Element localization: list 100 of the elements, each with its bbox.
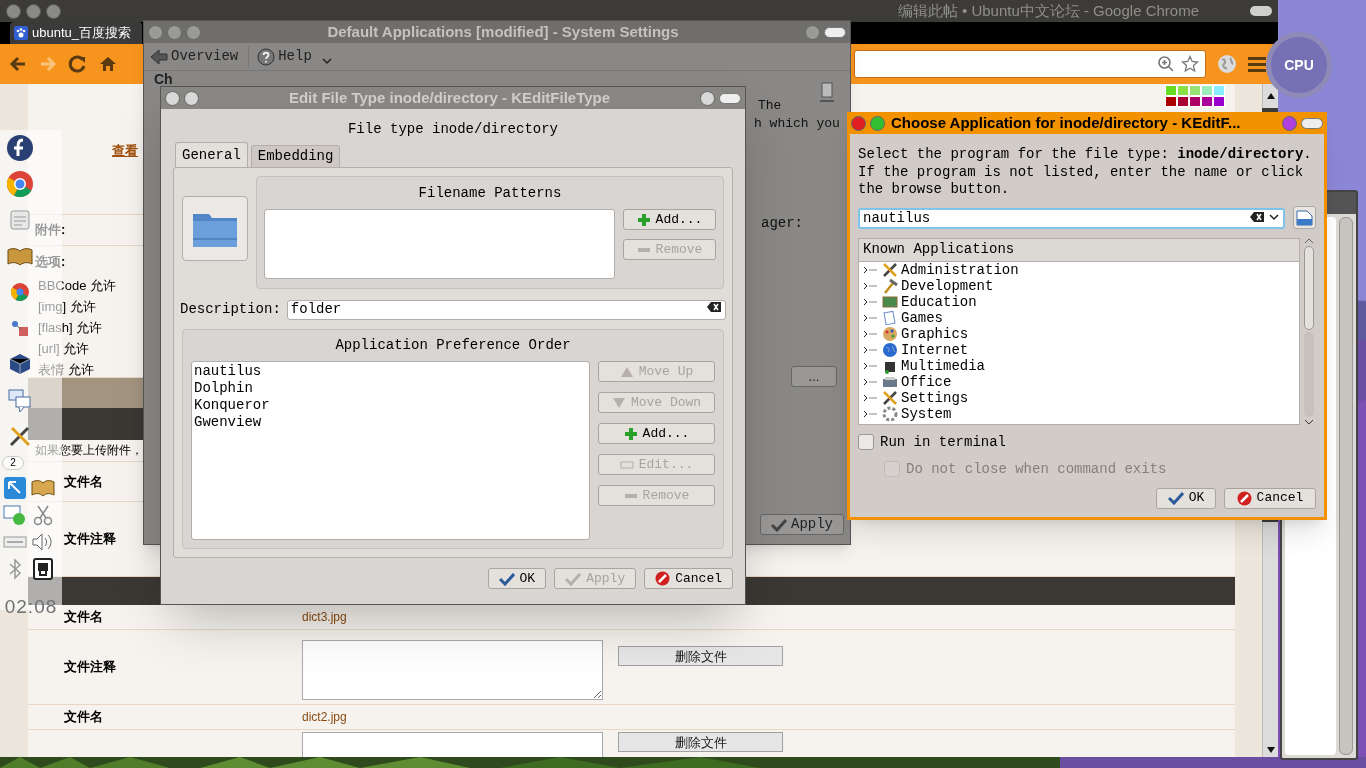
window-button[interactable] (824, 26, 846, 38)
scissors-icon[interactable] (31, 503, 55, 527)
dialog-button[interactable]: OK (1156, 487, 1216, 509)
star-icon[interactable] (1181, 55, 1199, 73)
tree-item[interactable]: Development (901, 277, 994, 294)
pattern-list[interactable] (264, 209, 615, 279)
group-title: Application Preference Order (334, 336, 572, 355)
help-button[interactable]: Help (248, 46, 312, 67)
file-name[interactable]: dict3.jpg (293, 608, 347, 626)
field-label: 文件名 (64, 608, 103, 627)
list-item[interactable]: Dolphin (194, 380, 589, 397)
cursor-icon[interactable] (3, 476, 27, 500)
more-button[interactable]: ... (791, 366, 837, 387)
prompt-text: Select the program for the file type: inode/directory. If the program is not listed, enter the name or click the browse button. (858, 146, 1313, 199)
overview-button[interactable]: Overview (150, 46, 239, 67)
list-item[interactable]: nautilus (194, 363, 589, 380)
comment-field[interactable] (302, 640, 603, 700)
list-item[interactable]: Gwenview (194, 414, 589, 431)
card-icon (882, 309, 898, 326)
column-header[interactable]: Known Applications (859, 238, 1299, 262)
field-label: Description: (180, 299, 281, 319)
file-name[interactable]: dict2.jpg (293, 708, 347, 726)
browser-tab[interactable]: ubuntu_百度搜索 (10, 22, 142, 44)
menu-icon[interactable] (1248, 56, 1266, 72)
delete-file-button[interactable]: 删除文件 (618, 646, 783, 666)
globe-icon[interactable] (1216, 53, 1238, 75)
window-button[interactable] (165, 90, 180, 106)
option-text: [flash] 允许 (38, 318, 103, 337)
description-field[interactable]: folder (286, 299, 726, 320)
heading: File type inode/directory (346, 120, 559, 139)
command-field[interactable]: nautilus (858, 207, 1285, 229)
expand-arrow-icon[interactable] (863, 328, 879, 339)
tree-item[interactable]: Settings (901, 389, 969, 406)
pager[interactable]: 2 (2, 456, 24, 470)
expand-arrow-icon[interactable] (863, 280, 879, 291)
expand-arrow-icon[interactable] (863, 408, 879, 419)
upload-hint: 如果您要上传附件， (35, 442, 143, 458)
checkbox-label[interactable]: Run in terminal (880, 431, 1007, 453)
field-label: 附件: (35, 221, 66, 240)
apply-button[interactable]: Apply (760, 514, 844, 535)
tree-item[interactable]: Education (901, 293, 977, 310)
chat-icon[interactable] (3, 503, 27, 527)
group-title: Filename Patterns (417, 184, 563, 203)
tree-item[interactable]: Office (901, 373, 952, 390)
folder-icon-button[interactable] (182, 196, 248, 261)
window-button[interactable] (719, 92, 741, 104)
zoom-icon[interactable] (1157, 55, 1175, 73)
window-button[interactable] (26, 3, 41, 19)
clear-icon[interactable] (1249, 210, 1265, 223)
window-button[interactable] (184, 90, 199, 106)
link[interactable]: 查看 (112, 141, 138, 161)
expand-arrow-icon[interactable] (863, 376, 879, 387)
tree-item[interactable]: Graphics (901, 325, 969, 342)
application-tree[interactable]: Known Applications Administration Development Education Games Graphics Internet Multimedia Office Settings System (858, 237, 1300, 425)
expand-arrow-icon[interactable] (863, 296, 879, 307)
checkbox[interactable] (858, 434, 874, 450)
window-button[interactable] (46, 3, 61, 19)
action-button[interactable]: Add... (598, 423, 715, 444)
expand-arrow-icon[interactable] (863, 360, 879, 371)
cancel-icon (655, 571, 671, 586)
expand-arrow-icon[interactable] (863, 392, 879, 403)
home-icon[interactable] (98, 54, 118, 74)
chat-icon[interactable] (6, 386, 34, 414)
tab[interactable]: Embedding (250, 145, 341, 167)
action-button[interactable]: Add... (623, 209, 716, 230)
tools-icon (882, 261, 898, 278)
expand-arrow-icon[interactable] (863, 264, 879, 275)
color-palette[interactable] (1165, 85, 1225, 107)
back-arrow-icon (150, 47, 168, 66)
tree-item[interactable]: Internet (901, 341, 969, 358)
clear-icon[interactable] (706, 301, 722, 313)
back-icon[interactable] (8, 54, 28, 74)
reload-icon[interactable] (68, 54, 88, 74)
delete-file-button[interactable]: 删除文件 (618, 732, 783, 752)
list-item[interactable]: Konqueror (194, 397, 589, 414)
application-list[interactable]: nautilus Dolphin Konqueror Gwenview (191, 361, 590, 540)
window-button[interactable] (1250, 6, 1272, 16)
tree-item[interactable]: Administration (901, 261, 1019, 278)
chrome-icon[interactable] (6, 170, 34, 198)
down-arrow-icon (611, 396, 626, 409)
scrollbar[interactable] (1262, 522, 1278, 757)
network-icon[interactable] (31, 557, 55, 581)
scroll-up-button[interactable] (1262, 84, 1278, 108)
plus-icon (623, 426, 638, 441)
tree-item[interactable]: Multimedia (901, 357, 985, 374)
address-bar[interactable] (854, 50, 1206, 78)
dialog-button[interactable]: OK (487, 568, 547, 589)
paw-icon (14, 26, 28, 40)
dropdown-caret-icon[interactable] (1269, 212, 1279, 221)
window-button[interactable] (700, 90, 715, 106)
fedora-icon[interactable] (6, 134, 34, 162)
dialog-button[interactable]: Cancel (644, 568, 733, 589)
tree-item[interactable]: System (901, 405, 952, 422)
window-button[interactable] (6, 3, 21, 19)
expand-arrow-icon[interactable] (863, 344, 879, 355)
tab[interactable]: General (175, 142, 248, 167)
expand-arrow-icon[interactable] (863, 312, 879, 323)
tree-item[interactable]: Games (901, 309, 943, 326)
help-icon (257, 47, 276, 66)
checkmark-icon (1167, 491, 1184, 505)
